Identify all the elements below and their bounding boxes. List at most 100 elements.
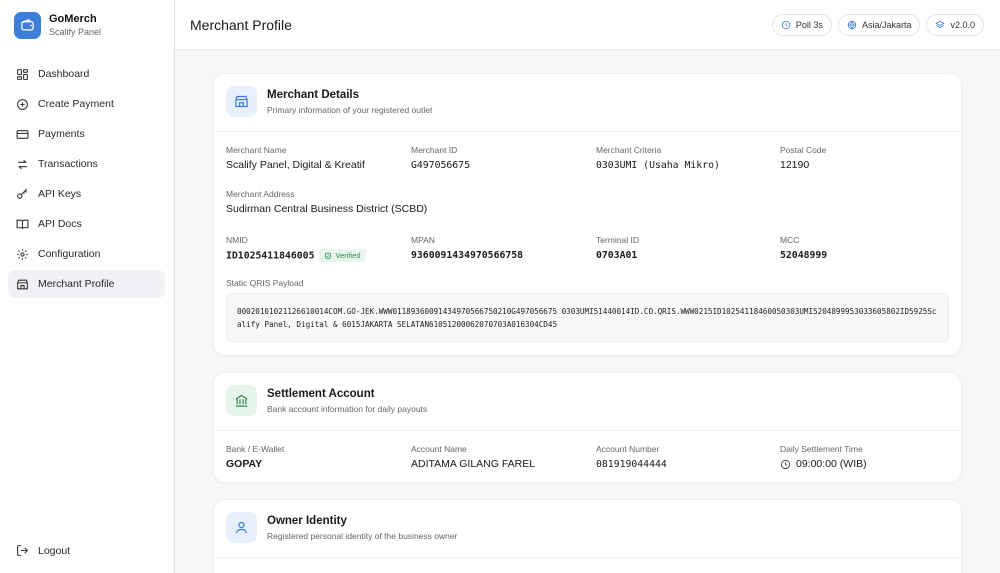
sidebar-item-api-keys[interactable]: API Keys [8, 180, 165, 208]
verified-badge: Verified [319, 249, 366, 262]
field-label: Bank / E-Wallet [226, 444, 285, 454]
merchant-criteria-value: 0303UMI (Usaha Mikro) [596, 160, 720, 171]
card-title: Owner Identity [267, 515, 347, 527]
settlement-account-card: Settlement Account Bank account informat… [213, 372, 962, 483]
sidebar: GoMerch Scalify Panel Dashboard Create P… [0, 0, 175, 573]
field-label: Static QRIS Payload [226, 278, 304, 288]
globe-icon [847, 20, 857, 30]
sidebar-item-api-docs[interactable]: API Docs [8, 210, 165, 238]
page-title: Merchant Profile [190, 17, 292, 33]
field-label: MCC [780, 235, 800, 245]
timezone-label: Asia/Jakarta [861, 20, 912, 30]
logout-icon [17, 545, 29, 556]
sidebar-item-label: Configuration [38, 248, 101, 260]
card-header: Settlement Account Bank account informat… [214, 373, 961, 431]
field-label: Merchant ID [411, 145, 458, 155]
bank-icon [226, 385, 257, 416]
field-label: Merchant Name [226, 145, 287, 155]
topbar: Merchant Profile Poll 3s Asia/Jakarta v2… [175, 0, 1000, 50]
card-subtitle: Bank account information for daily payou… [267, 404, 428, 414]
book-icon [16, 219, 29, 229]
version-badge[interactable]: v2.0.0 [926, 14, 984, 36]
bank-value: GOPAY [226, 458, 263, 470]
merchant-id-value: G497056675 [411, 160, 470, 171]
merchant-name-value: Scalify Panel, Digital & Kreatif [226, 159, 365, 171]
card-subtitle: Registered personal identity of the busi… [267, 531, 458, 541]
sidebar-item-payments[interactable]: Payments [8, 120, 165, 148]
terminal-id-field: Terminal ID 0703A01 [596, 235, 639, 262]
store-icon [226, 86, 257, 117]
card-subtitle: Primary information of your registered o… [267, 105, 433, 115]
field-label: Account Number [596, 444, 660, 454]
mpan-field: MPAN 9360091434970566758 [411, 235, 523, 262]
card-header: Merchant Details Primary information of … [214, 74, 961, 132]
sidebar-item-merchant-profile[interactable]: Merchant Profile [8, 270, 165, 298]
qris-payload-label-field: Static QRIS Payload [226, 278, 303, 289]
sidebar-item-label: Payments [38, 128, 85, 140]
settlement-time-value: 09:00:00 (WIB) [796, 458, 867, 470]
layers-icon [935, 20, 946, 28]
sidebar-item-dashboard[interactable]: Dashboard [8, 60, 165, 88]
sidebar-item-label: API Keys [38, 188, 82, 200]
poll-badge[interactable]: Poll 3s [771, 14, 832, 36]
key-icon [17, 188, 28, 199]
credit-card-icon [16, 129, 29, 139]
bank-field: Bank / E-Wallet GOPAY [226, 444, 284, 471]
settlement-time-field: Daily Settlement Time 09:00:00 (WIB) [780, 444, 867, 471]
field-label: Merchant Address [226, 189, 295, 199]
timezone-badge[interactable]: Asia/Jakarta [837, 14, 921, 36]
clock-icon [780, 459, 791, 470]
merchant-id-field: Merchant ID G497056675 [411, 145, 470, 172]
field-label: Terminal ID [596, 235, 639, 245]
field-label: Merchant Criteria [596, 145, 662, 155]
clock-icon [781, 20, 791, 30]
sidebar-item-create-payment[interactable]: Create Payment [8, 90, 165, 118]
field-label: Account Name [411, 444, 467, 454]
plus-circle-icon [17, 98, 28, 110]
verified-label: Verified [335, 251, 361, 260]
account-name-field: Account Name ADITAMA GILANG FAREL [411, 444, 535, 471]
terminal-id-value: 0703A01 [596, 250, 638, 261]
sidebar-nav: Dashboard Create Payment Payments Transa… [8, 60, 165, 300]
mcc-value: 52048999 [780, 250, 828, 261]
card-header: Owner Identity Registered personal ident… [214, 500, 961, 558]
logout-label: Logout [38, 544, 71, 557]
account-name-value: ADITAMA GILANG FAREL [411, 458, 536, 470]
logout-button[interactable]: Logout [16, 544, 70, 557]
settlement-time-row: 09:00:00 (WIB) [780, 458, 867, 471]
sidebar-item-label: Merchant Profile [38, 278, 115, 290]
card-title: Settlement Account [267, 388, 375, 400]
brand[interactable]: GoMerch Scalify Panel [14, 12, 101, 39]
mcc-field: MCC 52048999 [780, 235, 827, 262]
status-pills: Poll 3s Asia/Jakarta v2.0.0 [766, 14, 984, 36]
grid-icon [17, 68, 28, 80]
nmid-value: ID1025411846005 [226, 250, 315, 262]
sidebar-item-label: Dashboard [38, 68, 90, 80]
field-label: NMID [226, 235, 248, 245]
field-label: MPAN [411, 235, 435, 245]
nmid-field: NMID ID1025411846005 Verified [226, 235, 366, 263]
sidebar-item-label: Transactions [38, 158, 98, 170]
arrows-swap-icon [17, 159, 28, 169]
merchant-name-field: Merchant Name Scalify Panel, Digital & K… [226, 145, 365, 172]
postal-code-value: 12190 [780, 159, 810, 171]
sidebar-item-transactions[interactable]: Transactions [8, 150, 165, 178]
account-number-value: 081919044444 [596, 459, 667, 470]
merchant-details-card: Merchant Details Primary information of … [213, 73, 962, 356]
field-label: Daily Settlement Time [780, 444, 863, 454]
nmid-row: ID1025411846005 Verified [226, 249, 366, 263]
version-label: v2.0.0 [950, 20, 975, 30]
poll-label: Poll 3s [795, 20, 823, 30]
sidebar-item-label: API Docs [38, 218, 82, 230]
sidebar-item-configuration[interactable]: Configuration [8, 240, 165, 268]
card-title: Merchant Details [267, 89, 360, 101]
gear-icon [17, 248, 28, 260]
wallet-logo-icon [14, 12, 41, 39]
shield-check-icon [325, 252, 332, 259]
brand-name: GoMerch [49, 13, 97, 25]
brand-subtitle: Scalify Panel [49, 27, 102, 37]
postal-code-field: Postal Code 12190 [780, 145, 826, 172]
qris-payload-box[interactable]: 00020101021126610014COM.GO-JEK.WWW011893… [226, 293, 949, 342]
store-icon [17, 279, 28, 289]
merchant-address-field: Merchant Address Sudirman Central Busine… [226, 189, 427, 216]
